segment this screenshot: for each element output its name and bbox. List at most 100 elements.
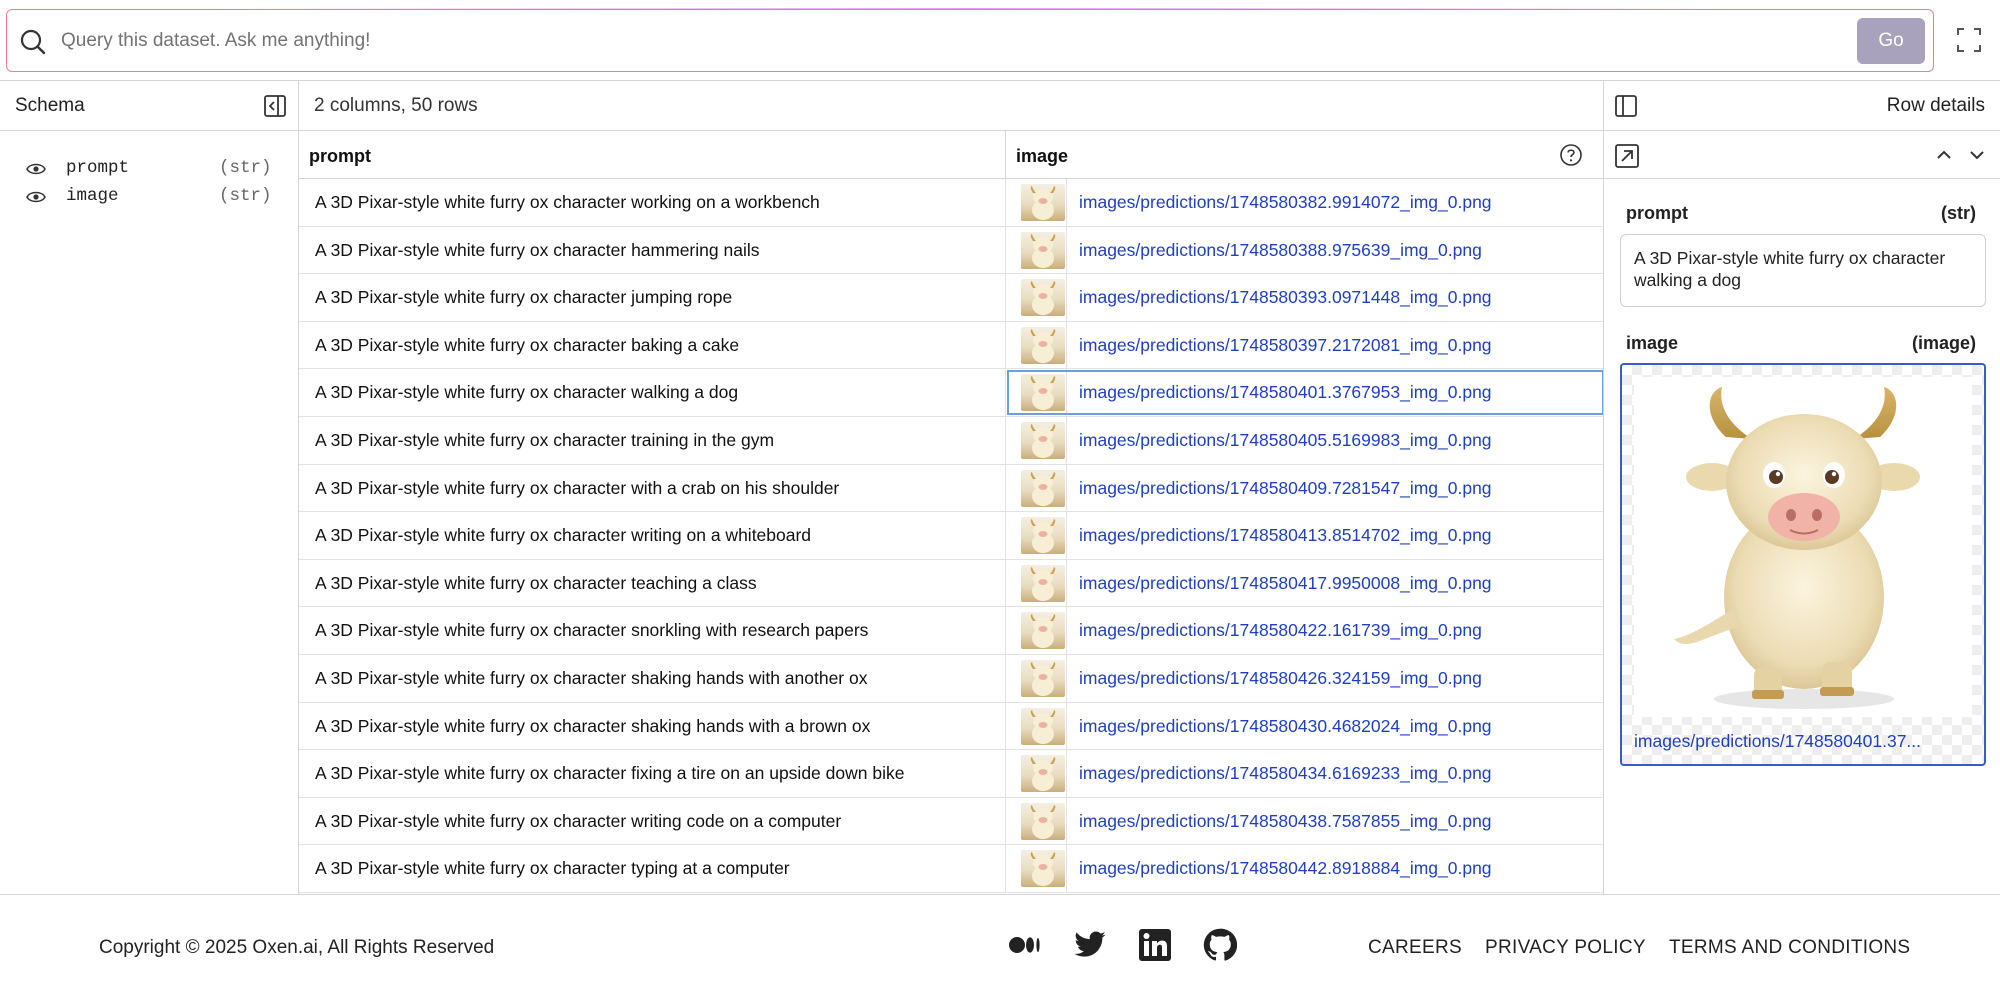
help-icon[interactable] bbox=[1559, 143, 1583, 167]
cell-image-link[interactable]: images/predictions/1748580413.8514702_im… bbox=[1079, 525, 1492, 546]
table-row[interactable]: A 3D Pixar-style white furry ox characte… bbox=[299, 321, 1603, 370]
cell-prompt[interactable]: A 3D Pixar-style white furry ox characte… bbox=[315, 192, 820, 213]
cell-prompt[interactable]: A 3D Pixar-style white furry ox characte… bbox=[315, 811, 841, 832]
row-details-panel: prompt (str) A 3D Pixar-style white furr… bbox=[1603, 131, 2000, 894]
schema-field-prompt[interactable]: prompt (str) bbox=[26, 156, 276, 184]
cell-image-link[interactable]: images/predictions/1748580442.8918884_im… bbox=[1079, 858, 1492, 879]
github-icon[interactable] bbox=[1203, 928, 1237, 962]
image-thumbnail[interactable] bbox=[1021, 184, 1065, 221]
cell-image-link[interactable]: images/predictions/1748580422.161739_img… bbox=[1079, 620, 1482, 641]
cell-image-link[interactable]: images/predictions/1748580393.0971448_im… bbox=[1079, 287, 1492, 308]
terms-link[interactable]: TERMS AND CONDITIONS bbox=[1669, 937, 1910, 959]
table-row[interactable]: A 3D Pixar-style white furry ox characte… bbox=[299, 845, 1603, 893]
twitter-icon[interactable] bbox=[1073, 928, 1107, 962]
table-row[interactable]: A 3D Pixar-style white furry ox characte… bbox=[299, 797, 1603, 846]
cell-prompt[interactable]: A 3D Pixar-style white furry ox characte… bbox=[315, 478, 839, 499]
table-row[interactable]: A 3D Pixar-style white furry ox characte… bbox=[299, 369, 1603, 417]
table-row[interactable]: A 3D Pixar-style white furry ox characte… bbox=[299, 559, 1603, 608]
grid-header: prompt image bbox=[299, 131, 1603, 179]
footer: Copyright © 2025 Oxen.ai, All Rights Res… bbox=[0, 894, 2000, 997]
cell-image-link[interactable]: images/predictions/1748580434.6169233_im… bbox=[1079, 763, 1492, 784]
cell-prompt[interactable]: A 3D Pixar-style white furry ox characte… bbox=[315, 620, 868, 641]
medium-icon[interactable] bbox=[1008, 928, 1042, 962]
row-details-title: Row details bbox=[1886, 95, 1985, 116]
table-row[interactable]: A 3D Pixar-style white furry ox characte… bbox=[299, 702, 1603, 751]
chevron-up-icon[interactable] bbox=[1934, 145, 1954, 165]
table-row[interactable]: A 3D Pixar-style white furry ox characte… bbox=[299, 179, 1603, 227]
search-icon bbox=[20, 29, 46, 55]
table-row[interactable]: A 3D Pixar-style white furry ox characte… bbox=[299, 274, 1603, 322]
schema-field-type: (str) bbox=[219, 158, 272, 178]
cell-image-link[interactable]: images/predictions/1748580382.9914072_im… bbox=[1079, 192, 1492, 213]
query-input[interactable] bbox=[61, 24, 1841, 58]
cell-image-link[interactable]: images/predictions/1748580426.324159_img… bbox=[1079, 668, 1482, 689]
column-header-image[interactable]: image bbox=[1016, 146, 1068, 167]
image-thumbnail[interactable] bbox=[1021, 850, 1065, 888]
image-thumbnail[interactable] bbox=[1021, 707, 1065, 745]
open-external-icon[interactable] bbox=[1614, 143, 1640, 169]
cell-prompt[interactable]: A 3D Pixar-style white furry ox characte… bbox=[315, 335, 739, 356]
table-row[interactable]: A 3D Pixar-style white furry ox characte… bbox=[299, 417, 1603, 465]
image-thumbnail[interactable] bbox=[1021, 422, 1065, 459]
cell-image-link[interactable]: images/predictions/1748580405.5169983_im… bbox=[1079, 430, 1492, 451]
table-row[interactable]: A 3D Pixar-style white furry ox characte… bbox=[299, 655, 1603, 703]
image-thumbnail[interactable] bbox=[1021, 612, 1065, 650]
image-thumbnail[interactable] bbox=[1021, 326, 1065, 364]
cell-image-link[interactable]: images/predictions/1748580397.2172081_im… bbox=[1079, 335, 1492, 356]
table-row[interactable]: A 3D Pixar-style white furry ox characte… bbox=[299, 607, 1603, 655]
panel-header-row: Schema 2 columns, 50 rows Row details bbox=[0, 80, 2000, 131]
eye-icon[interactable] bbox=[26, 161, 46, 177]
cell-image-link[interactable]: images/predictions/1748580409.7281547_im… bbox=[1079, 478, 1492, 499]
table-row[interactable]: A 3D Pixar-style white furry ox characte… bbox=[299, 226, 1603, 275]
cell-prompt[interactable]: A 3D Pixar-style white furry ox characte… bbox=[315, 668, 867, 689]
cell-prompt[interactable]: A 3D Pixar-style white furry ox characte… bbox=[315, 240, 759, 261]
careers-link[interactable]: CAREERS bbox=[1368, 937, 1462, 959]
image-thumbnail[interactable] bbox=[1021, 517, 1065, 555]
ox-illustration bbox=[1674, 387, 1920, 709]
expand-panel-icon[interactable] bbox=[1615, 95, 1637, 117]
schema-field-image[interactable]: image (str) bbox=[26, 184, 276, 212]
copyright-text: Copyright © 2025 Oxen.ai, All Rights Res… bbox=[99, 937, 495, 958]
fullscreen-icon[interactable] bbox=[1956, 27, 1982, 53]
row-details-toolbar bbox=[1604, 131, 2000, 179]
image-thumbnail[interactable] bbox=[1021, 564, 1065, 602]
table-row[interactable]: A 3D Pixar-style white furry ox characte… bbox=[299, 512, 1603, 560]
detail-prompt-value[interactable]: A 3D Pixar-style white furry ox characte… bbox=[1620, 234, 1986, 307]
detail-image-preview[interactable]: images/predictions/1748580401.37... bbox=[1620, 363, 1986, 766]
table-row[interactable]: A 3D Pixar-style white furry ox characte… bbox=[299, 750, 1603, 798]
image-thumbnail[interactable] bbox=[1021, 755, 1065, 793]
go-button[interactable]: Go bbox=[1857, 18, 1925, 64]
chevron-down-icon[interactable] bbox=[1967, 145, 1987, 165]
schema-field-name: image bbox=[66, 186, 119, 206]
cell-image-link[interactable]: images/predictions/1748580417.9950008_im… bbox=[1079, 573, 1492, 594]
eye-icon[interactable] bbox=[26, 189, 46, 205]
collapse-sidebar-icon[interactable] bbox=[264, 95, 286, 117]
cell-prompt[interactable]: A 3D Pixar-style white furry ox characte… bbox=[315, 858, 790, 879]
image-thumbnail[interactable] bbox=[1021, 469, 1065, 507]
cell-prompt[interactable]: A 3D Pixar-style white furry ox characte… bbox=[315, 573, 757, 594]
cell-prompt[interactable]: A 3D Pixar-style white furry ox characte… bbox=[315, 525, 811, 546]
cell-image-link[interactable]: images/predictions/1748580438.7587855_im… bbox=[1079, 811, 1492, 832]
image-thumbnail[interactable] bbox=[1021, 231, 1065, 269]
image-thumbnail[interactable] bbox=[1021, 802, 1065, 840]
cell-prompt[interactable]: A 3D Pixar-style white furry ox characte… bbox=[315, 287, 732, 308]
cell-prompt[interactable]: A 3D Pixar-style white furry ox characte… bbox=[315, 430, 774, 451]
table-row[interactable]: A 3D Pixar-style white furry ox characte… bbox=[299, 464, 1603, 513]
detail-image-label: image bbox=[1626, 333, 1679, 353]
cell-image-link[interactable]: images/predictions/1748580430.4682024_im… bbox=[1079, 716, 1492, 737]
ox-image bbox=[1634, 377, 1972, 717]
image-thumbnail[interactable] bbox=[1021, 660, 1065, 697]
image-thumbnail[interactable] bbox=[1021, 279, 1065, 317]
cell-image-link[interactable]: images/predictions/1748580388.975639_img… bbox=[1079, 240, 1482, 261]
privacy-policy-link[interactable]: PRIVACY POLICY bbox=[1485, 937, 1646, 959]
selected-cell-outline bbox=[1007, 370, 1603, 416]
linkedin-icon[interactable] bbox=[1138, 928, 1172, 962]
cell-prompt[interactable]: A 3D Pixar-style white furry ox characte… bbox=[315, 716, 870, 737]
cell-prompt[interactable]: A 3D Pixar-style white furry ox characte… bbox=[315, 382, 738, 403]
column-header-prompt[interactable]: prompt bbox=[309, 146, 371, 167]
data-grid: prompt image A 3D Pixar-style white furr… bbox=[298, 131, 1603, 894]
cell-prompt[interactable]: A 3D Pixar-style white furry ox characte… bbox=[315, 763, 904, 784]
schema-title: Schema bbox=[15, 95, 85, 116]
detail-image-link[interactable]: images/predictions/1748580401.37... bbox=[1634, 731, 1979, 752]
dataset-summary: 2 columns, 50 rows bbox=[314, 95, 478, 116]
